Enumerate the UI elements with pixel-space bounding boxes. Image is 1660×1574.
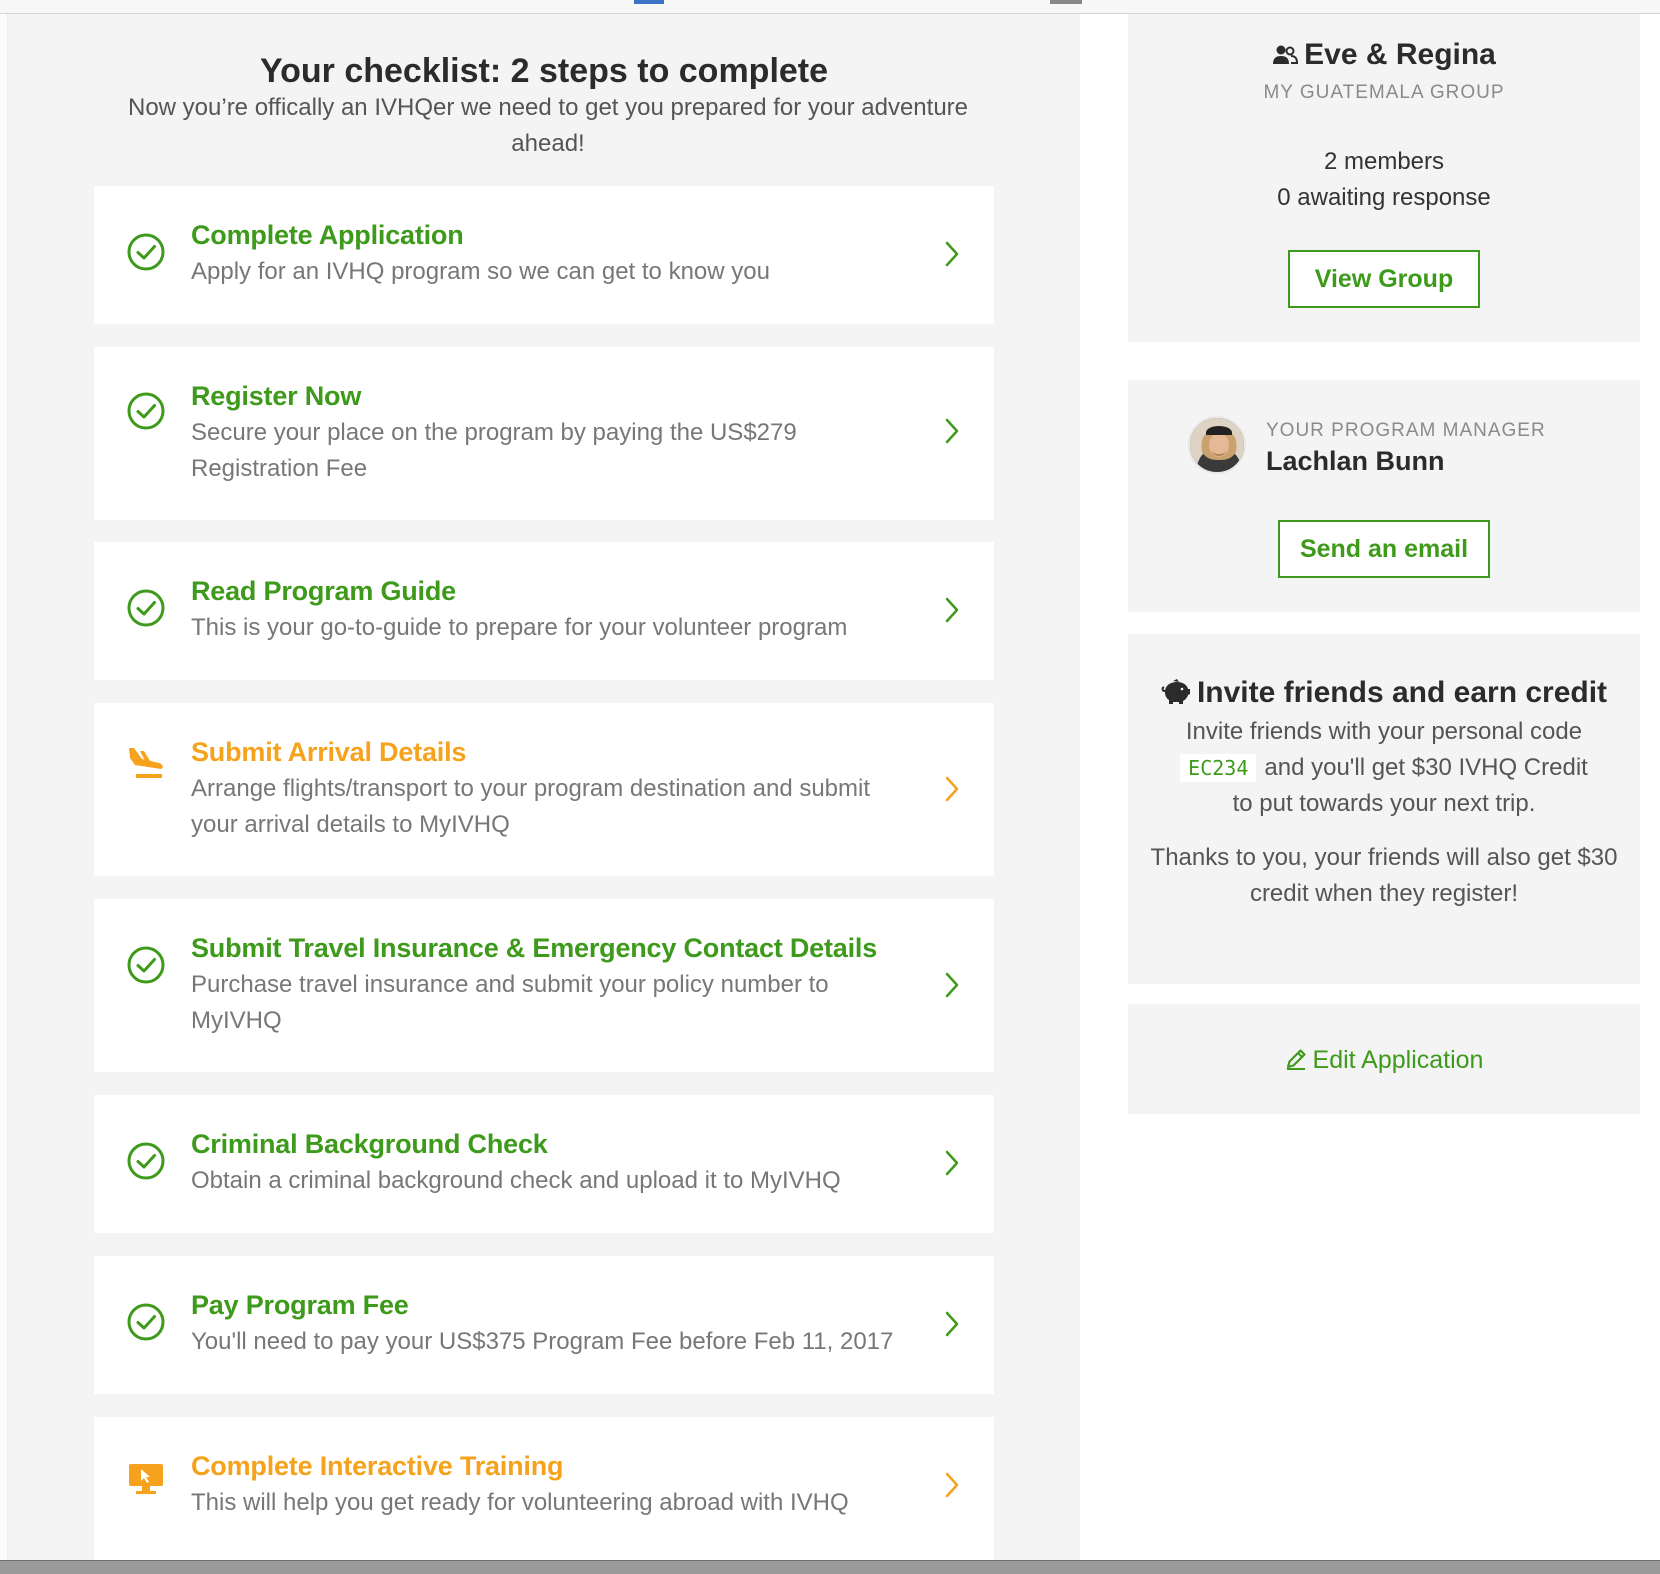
checklist-item-description: Secure your place on the program by payi… bbox=[191, 419, 797, 482]
check-circle-icon bbox=[127, 589, 165, 627]
chevron-right-icon bbox=[945, 1150, 959, 1176]
checklist-item-title: Submit Travel Insurance & Emergency Cont… bbox=[191, 933, 878, 963]
page-edge bbox=[0, 14, 8, 1560]
invite-line-1: Invite friends with your personal code bbox=[1185, 718, 1583, 745]
invite-title-text: Invite friends and earn credit bbox=[1196, 676, 1608, 709]
checklist-subtitle: Now you’re offically an IVHQer we need t… bbox=[127, 94, 969, 157]
invite-line-2: EC234 and you'll get $30 IVHQ Credit bbox=[1148, 750, 1620, 786]
edit-application-link[interactable]: Edit Application bbox=[1128, 1046, 1640, 1075]
check-circle-icon bbox=[127, 392, 165, 430]
edit-application-label: Edit Application bbox=[1312, 1046, 1484, 1074]
checklist-panel: Your checklist: 2 steps to complete Now … bbox=[8, 14, 1080, 1560]
checklist-item-description: Purchase travel insurance and submit you… bbox=[191, 971, 829, 1034]
checklist-title: Your checklist: 2 steps to complete bbox=[259, 52, 829, 90]
checklist-item-title: Criminal Background Check bbox=[191, 1129, 548, 1159]
checklist-item-criminal-background-check[interactable]: Criminal Background Check Obtain a crimi… bbox=[94, 1095, 994, 1233]
pencil-icon bbox=[1286, 1049, 1306, 1070]
monitor-cursor-icon bbox=[129, 1464, 163, 1494]
checklist-item-description: You'll need to pay your US$375 Program F… bbox=[191, 1328, 894, 1355]
program-manager-name: Lachlan Bunn bbox=[1266, 446, 1445, 476]
check-circle-icon bbox=[127, 1142, 165, 1180]
send-email-button[interactable]: Send an email bbox=[1278, 520, 1490, 578]
group-label: MY GUATEMALA GROUP bbox=[1263, 82, 1505, 103]
group-panel: Eve & Regina MY GUATEMALA GROUP 2 member… bbox=[1128, 14, 1640, 342]
checklist-item-title: Complete Interactive Training bbox=[191, 1451, 564, 1481]
checklist-item-title: Submit Arrival Details bbox=[191, 737, 467, 767]
invite-credit-text: and you'll get $30 IVHQ Credit bbox=[1264, 754, 1588, 781]
checklist-item-title: Complete Application bbox=[191, 220, 464, 250]
program-manager-panel: YOUR PROGRAM MANAGER Lachlan Bunn Send a… bbox=[1128, 380, 1640, 612]
avatar bbox=[1188, 416, 1246, 474]
chevron-right-icon bbox=[945, 597, 959, 623]
checklist-item-title: Read Program Guide bbox=[191, 576, 456, 606]
browser-tab-indicator bbox=[1050, 0, 1082, 4]
checklist-item-description: Apply for an IVHQ program so we can get … bbox=[191, 258, 770, 285]
checklist-item-description: This is your go-to-guide to prepare for … bbox=[191, 614, 848, 641]
checklist-item-description: Obtain a criminal background check and u… bbox=[191, 1167, 841, 1194]
chevron-right-icon bbox=[945, 1311, 959, 1337]
group-name: Eve & Regina bbox=[1128, 38, 1640, 72]
checklist-item-submit-arrival-details[interactable]: Submit Arrival Details Arrange flights/t… bbox=[94, 703, 994, 876]
checklist-item-submit-travel-insurance[interactable]: Submit Travel Insurance & Emergency Cont… bbox=[94, 899, 994, 1072]
chevron-right-icon bbox=[945, 776, 959, 802]
referral-code[interactable]: EC234 bbox=[1180, 754, 1257, 782]
checklist-item-register-now[interactable]: Register Now Secure your place on the pr… bbox=[94, 347, 994, 520]
invite-line-3: to put towards your next trip. bbox=[1232, 790, 1536, 817]
browser-bottom-bar bbox=[0, 1560, 1660, 1574]
invite-description: Invite friends with your personal code E… bbox=[1148, 714, 1620, 822]
checklist-item-complete-interactive-training[interactable]: Complete Interactive Training This will … bbox=[94, 1417, 994, 1560]
plane-landing-icon bbox=[129, 748, 163, 778]
checklist-item-description: This will help you get ready for volunte… bbox=[191, 1489, 849, 1516]
chevron-right-icon bbox=[945, 972, 959, 998]
invite-panel: Invite friends and earn credit Invite fr… bbox=[1128, 634, 1640, 984]
checklist-item-title: Pay Program Fee bbox=[191, 1290, 409, 1320]
view-group-button[interactable]: View Group bbox=[1288, 250, 1480, 308]
checklist-item-pay-program-fee[interactable]: Pay Program Fee You'll need to pay your … bbox=[94, 1256, 994, 1394]
browser-tab-indicator bbox=[634, 0, 664, 4]
checklist-item-read-program-guide[interactable]: Read Program Guide This is your go-to-gu… bbox=[94, 542, 994, 680]
group-members-count: 2 members bbox=[1323, 148, 1445, 175]
browser-top-bar bbox=[0, 0, 1660, 14]
group-name-text: Eve & Regina bbox=[1304, 38, 1496, 71]
checklist-item-title: Register Now bbox=[191, 381, 362, 411]
check-circle-icon bbox=[127, 946, 165, 984]
edit-application-panel: Edit Application bbox=[1128, 1004, 1640, 1114]
chevron-right-icon bbox=[945, 241, 959, 267]
checklist-item-description: Arrange flights/transport to your progra… bbox=[191, 775, 871, 838]
invite-title: Invite friends and earn credit bbox=[1128, 676, 1640, 710]
check-circle-icon bbox=[127, 233, 165, 271]
chevron-right-icon bbox=[945, 1472, 959, 1498]
check-circle-icon bbox=[127, 1303, 165, 1341]
checklist-item-complete-application[interactable]: Complete Application Apply for an IVHQ p… bbox=[94, 186, 994, 324]
users-icon bbox=[1273, 45, 1299, 64]
program-manager-label: YOUR PROGRAM MANAGER bbox=[1266, 420, 1546, 441]
invite-thanks-text: Thanks to you, your friends will also ge… bbox=[1150, 844, 1618, 907]
piggy-bank-icon bbox=[1161, 679, 1190, 704]
group-awaiting-count: 0 awaiting response bbox=[1277, 184, 1491, 211]
chevron-right-icon bbox=[945, 418, 959, 444]
